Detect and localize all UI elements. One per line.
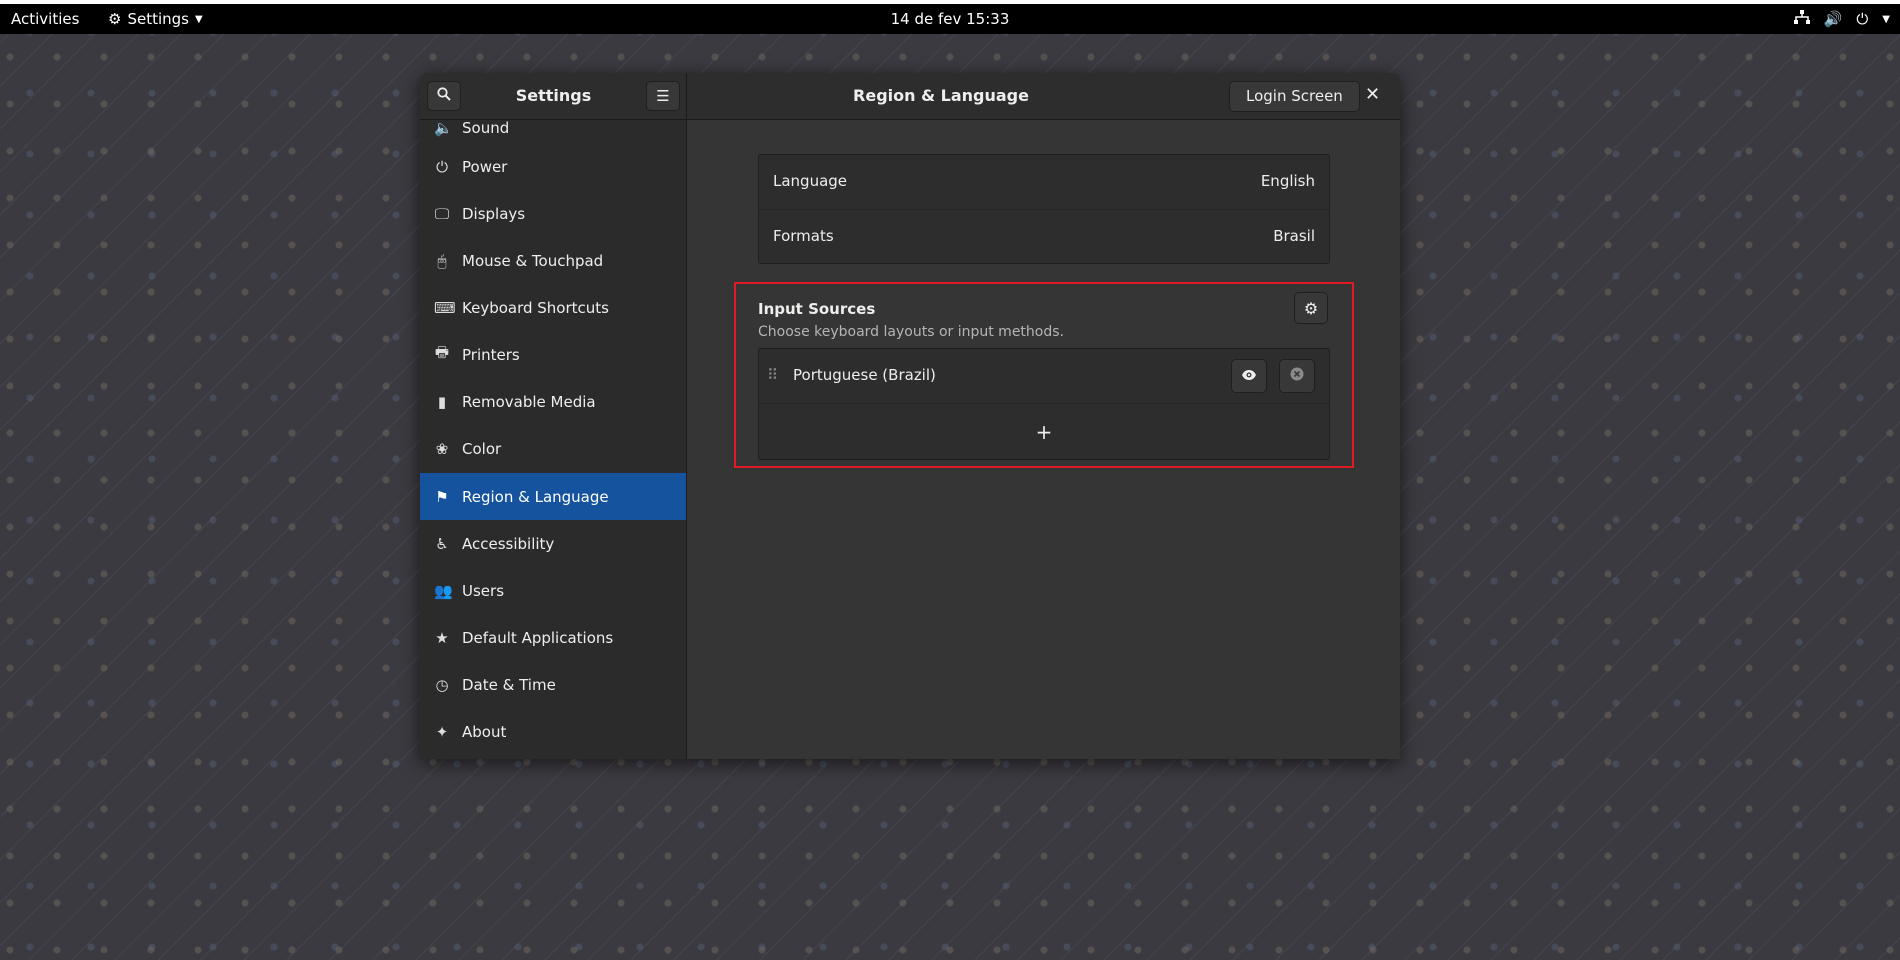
add-icon: + xyxy=(1035,419,1053,444)
formats-label: Formats xyxy=(773,227,834,245)
color-icon: ❀ xyxy=(435,439,449,458)
sidebar-header: Settings ☰ xyxy=(420,73,687,119)
volume-icon: 🔊 xyxy=(1823,10,1843,28)
sidebar-item-power[interactable]: ⏻ Power xyxy=(420,143,686,190)
language-row[interactable]: Language English xyxy=(759,155,1329,210)
usb-icon: ▮ xyxy=(437,392,447,411)
activities-button[interactable]: Activities xyxy=(11,10,79,28)
triangle-down-icon: ▼ xyxy=(194,13,203,25)
clock[interactable]: 14 de fev 15:33 xyxy=(891,10,1010,28)
add-input-source-button[interactable]: + xyxy=(759,404,1329,459)
sparkle-icon: ✦ xyxy=(435,722,449,741)
printer-icon: 🖶 xyxy=(434,343,450,361)
sidebar-item-date-time[interactable]: ◷ Date & Time xyxy=(420,661,686,708)
language-label: Language xyxy=(773,172,848,190)
sidebar-item-displays[interactable]: 🖵 Displays xyxy=(420,190,686,237)
input-source-name: Portuguese (Brazil) xyxy=(793,366,936,384)
sidebar-item-accessibility[interactable]: ♿ Accessibility xyxy=(420,520,686,567)
accessibility-icon: ♿ xyxy=(435,534,449,553)
preview-layout-button[interactable] xyxy=(1231,359,1267,393)
top-bar: Activities ⚙ Settings ▼ 14 de fev 15:33 … xyxy=(0,0,1900,34)
sidebar-item-label: Keyboard Shortcuts xyxy=(462,298,609,317)
power-icon: ⏻ xyxy=(1856,10,1869,28)
flag-icon: ⚑ xyxy=(435,487,449,506)
list-item[interactable]: ⠿ Portuguese (Brazil) xyxy=(759,349,1329,404)
login-screen-button[interactable]: Login Screen xyxy=(1229,81,1360,112)
sidebar-item-keyboard-shortcuts[interactable]: ⌨ Keyboard Shortcuts xyxy=(420,284,686,331)
sidebar-item-printers[interactable]: 🖶 Printers xyxy=(420,331,686,378)
sidebar-item-about[interactable]: ✦ About xyxy=(420,708,686,755)
sidebar-item-label: Color xyxy=(462,439,502,458)
sidebar-item-region-language[interactable]: ⚑ Region & Language xyxy=(420,473,686,520)
display-icon: 🖵 xyxy=(434,204,450,223)
power-icon: ⏻ xyxy=(436,157,448,176)
close-button[interactable]: ✕ xyxy=(1365,84,1380,105)
sidebar-item-label: Removable Media xyxy=(462,392,596,411)
sidebar-item-users[interactable]: 👥 Users xyxy=(420,567,686,614)
language-value: English xyxy=(1260,172,1315,190)
settings-window: Settings ☰ Region & Language Login Scree… xyxy=(420,73,1400,759)
users-icon: 👥 xyxy=(434,581,453,600)
header-bar: Settings ☰ Region & Language Login Scree… xyxy=(420,73,1400,120)
sidebar-item-label: Users xyxy=(462,581,505,600)
input-sources-list: ⠿ Portuguese (Brazil) + xyxy=(758,348,1330,460)
page-title: Region & Language xyxy=(853,86,1029,105)
remove-source-button[interactable] xyxy=(1279,359,1315,393)
close-icon: ✕ xyxy=(1365,84,1381,105)
sidebar-item-label: Sound xyxy=(462,120,510,137)
mouse-icon: 🖱 xyxy=(437,251,447,270)
status-menu[interactable]: 🔊 ⏻ ▼ xyxy=(1793,10,1890,28)
sidebar-item-label: About xyxy=(462,722,507,741)
sidebar-item-label: Accessibility xyxy=(462,534,555,553)
sidebar-item-label: Region & Language xyxy=(462,487,609,506)
search-icon xyxy=(437,87,451,105)
sidebar-item-removable-media[interactable]: ▮ Removable Media xyxy=(420,378,686,425)
search-button[interactable] xyxy=(427,81,461,111)
hamburger-icon: ☰ xyxy=(656,87,670,105)
menu-button[interactable]: ☰ xyxy=(646,81,680,111)
sidebar-item-label: Mouse & Touchpad xyxy=(462,251,604,270)
sidebar-item-mouse-touchpad[interactable]: 🖱 Mouse & Touchpad xyxy=(420,237,686,284)
language-formats-frame: Language English Formats Brasil xyxy=(758,154,1330,264)
input-sources-title: Input Sources xyxy=(758,300,876,318)
sidebar-item-label: Date & Time xyxy=(462,675,556,694)
input-sources-subtitle: Choose keyboard layouts or input methods… xyxy=(758,324,1064,340)
network-icon xyxy=(1793,10,1810,28)
formats-row[interactable]: Formats Brasil xyxy=(759,210,1329,264)
speaker-icon: 🔈 xyxy=(434,120,453,137)
keyboard-icon: ⌨ xyxy=(434,298,456,317)
clock-icon: ◷ xyxy=(435,675,449,694)
sidebar-item-default-applications[interactable]: ★ Default Applications xyxy=(420,614,686,661)
sidebar-title: Settings xyxy=(515,86,592,105)
main-content: Language English Formats Brasil Input So… xyxy=(688,120,1400,759)
sidebar: 🔈 Sound ⏻ Power 🖵 Displays 🖱 Mouse & Tou… xyxy=(420,120,687,759)
gear-icon: ⚙ xyxy=(108,10,122,28)
sidebar-item-label: Displays xyxy=(462,204,526,223)
app-menu[interactable]: ⚙ Settings ▼ xyxy=(108,10,203,28)
sidebar-item-label: Printers xyxy=(462,345,520,364)
sidebar-item-color[interactable]: ❀ Color xyxy=(420,425,686,472)
triangle-down-icon: ▼ xyxy=(1882,13,1890,25)
remove-icon xyxy=(1290,367,1304,385)
app-menu-label: Settings xyxy=(127,10,189,28)
star-icon: ★ xyxy=(435,628,449,647)
sidebar-item-label: Default Applications xyxy=(462,628,614,647)
gear-icon: ⚙ xyxy=(1303,298,1319,318)
drag-handle-icon[interactable]: ⠿ xyxy=(767,366,778,384)
formats-value: Brasil xyxy=(1273,227,1315,245)
sidebar-item-label: Power xyxy=(462,157,508,176)
eye-icon xyxy=(1241,367,1257,385)
input-sources-options-button[interactable]: ⚙ xyxy=(1294,292,1328,324)
